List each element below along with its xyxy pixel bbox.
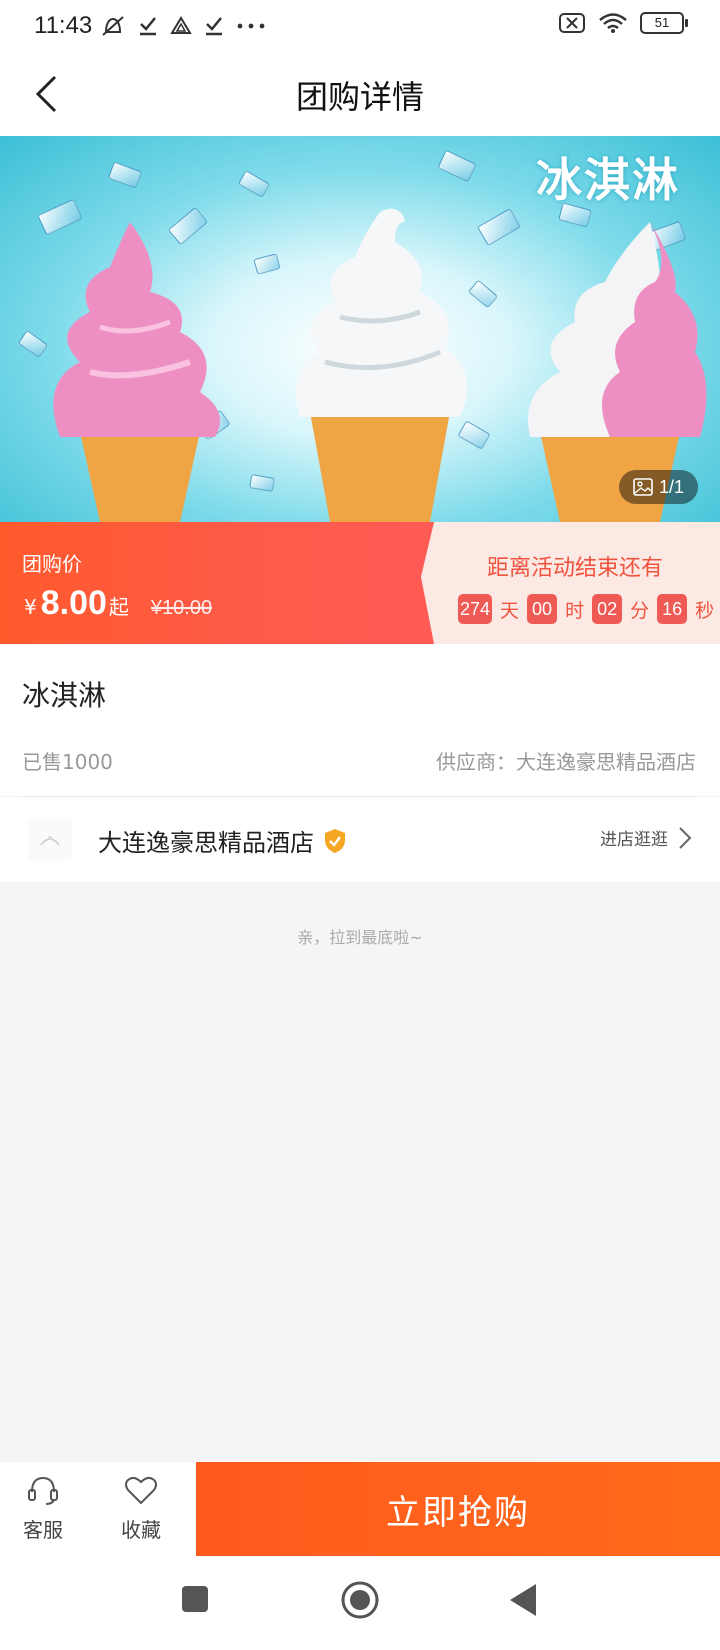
ice-shard bbox=[437, 149, 477, 183]
recent-apps-button[interactable] bbox=[180, 1584, 210, 1618]
price-band: 团购价 ¥ 8.00 起 ¥10.00 距离活动结束还有 274 天 00 时 … bbox=[0, 522, 720, 644]
buy-now-button[interactable]: 立即抢购 bbox=[196, 1462, 720, 1556]
customer-service-label: 客服 bbox=[23, 1518, 63, 1542]
pink-ice-cream-cone bbox=[53, 222, 221, 522]
price-panel bbox=[0, 522, 434, 644]
countdown-hours-unit: 时 bbox=[565, 599, 585, 622]
customer-service-button[interactable]: 客服 bbox=[8, 1474, 78, 1543]
favorite-label: 收藏 bbox=[121, 1518, 161, 1542]
wifi-icon bbox=[599, 13, 627, 33]
countdown-seconds-unit: 秒 bbox=[695, 599, 715, 622]
home-button[interactable] bbox=[340, 1580, 380, 1624]
ice-shard bbox=[237, 170, 271, 198]
white-ice-cream-cone bbox=[295, 208, 468, 522]
image-pager-text: 1/1 bbox=[658, 476, 684, 497]
countdown-title: 距离活动结束还有 bbox=[486, 556, 663, 581]
store-logo bbox=[28, 817, 72, 861]
visit-store-label: 进店逛逛 bbox=[600, 830, 668, 850]
image-pager: 1/1 bbox=[618, 470, 698, 504]
drive-icon bbox=[170, 16, 192, 34]
ice-shard bbox=[248, 474, 276, 492]
product-info: 冰淇淋 已售1000 供应商：大连逸豪思精品酒店 bbox=[0, 644, 720, 797]
action-bar: 客服 收藏 立即抢购 bbox=[0, 1462, 720, 1556]
home-circle-icon bbox=[341, 1581, 379, 1619]
status-bar: 11:43 51 bbox=[0, 0, 720, 52]
status-time: 11:43 bbox=[34, 12, 93, 39]
countdown-days-unit: 天 bbox=[500, 599, 520, 622]
sold-count: 已售1000 bbox=[22, 750, 113, 774]
triangle-back-icon bbox=[510, 1584, 536, 1616]
store-logo-icon bbox=[40, 836, 60, 846]
system-back-button[interactable] bbox=[508, 1582, 538, 1622]
store-name: 大连逸豪思精品酒店 bbox=[98, 829, 314, 857]
price-row: ¥ 8.00 起 ¥10.00 bbox=[24, 584, 212, 623]
price-suffix: 起 bbox=[108, 595, 129, 619]
product-image-carousel[interactable]: 冰淇淋 1/1 bbox=[0, 136, 720, 522]
countdown-timer: 274 天 00 时 02 分 16 秒 bbox=[458, 594, 718, 624]
image-title: 冰淇淋 bbox=[536, 153, 680, 207]
countdown-hours: 00 bbox=[527, 594, 558, 624]
battery-icon: 51 bbox=[640, 12, 688, 34]
price-value: 8.00 bbox=[40, 584, 107, 622]
heart-icon bbox=[125, 1476, 157, 1505]
chevron-right-icon bbox=[679, 826, 692, 849]
countdown-days: 274 bbox=[458, 594, 493, 624]
store-row[interactable]: 大连逸豪思精品酒店 进店逛逛 bbox=[0, 797, 720, 882]
visit-store-link[interactable]: 进店逛逛 bbox=[600, 825, 692, 850]
nav-bar: 团购详情 bbox=[0, 52, 720, 136]
image-icon bbox=[633, 478, 653, 496]
end-of-list-tip: 亲，拉到最底啦~ bbox=[297, 928, 423, 947]
price-label: 团购价 bbox=[22, 552, 82, 576]
countdown-minutes-unit: 分 bbox=[630, 599, 650, 622]
ice-shard bbox=[107, 161, 143, 189]
mute-vibrate-icon bbox=[102, 16, 124, 36]
headset-icon bbox=[28, 1476, 58, 1505]
product-name: 冰淇淋 bbox=[22, 679, 107, 712]
page-title: 团购详情 bbox=[295, 78, 424, 116]
countdown-minutes: 02 bbox=[592, 594, 623, 624]
ice-shard bbox=[253, 253, 281, 275]
more-dots-icon bbox=[237, 23, 265, 29]
no-sim-icon bbox=[559, 13, 585, 33]
original-price: ¥10.00 bbox=[150, 597, 213, 619]
favorite-button[interactable]: 收藏 bbox=[106, 1474, 176, 1543]
square-icon bbox=[182, 1586, 208, 1612]
download-done-icon-2 bbox=[206, 17, 222, 36]
supplier-name: 供应商：大连逸豪思精品酒店 bbox=[436, 750, 696, 774]
status-icons-left bbox=[100, 14, 266, 38]
price-currency: ¥ bbox=[24, 595, 37, 619]
status-icons-right: 51 bbox=[558, 12, 688, 34]
system-nav-bar bbox=[0, 1556, 720, 1650]
store-name-wrap: 大连逸豪思精品酒店 bbox=[98, 823, 346, 858]
verified-shield-icon bbox=[325, 828, 345, 853]
countdown-seconds: 16 bbox=[657, 594, 688, 624]
download-done-icon bbox=[140, 17, 156, 36]
